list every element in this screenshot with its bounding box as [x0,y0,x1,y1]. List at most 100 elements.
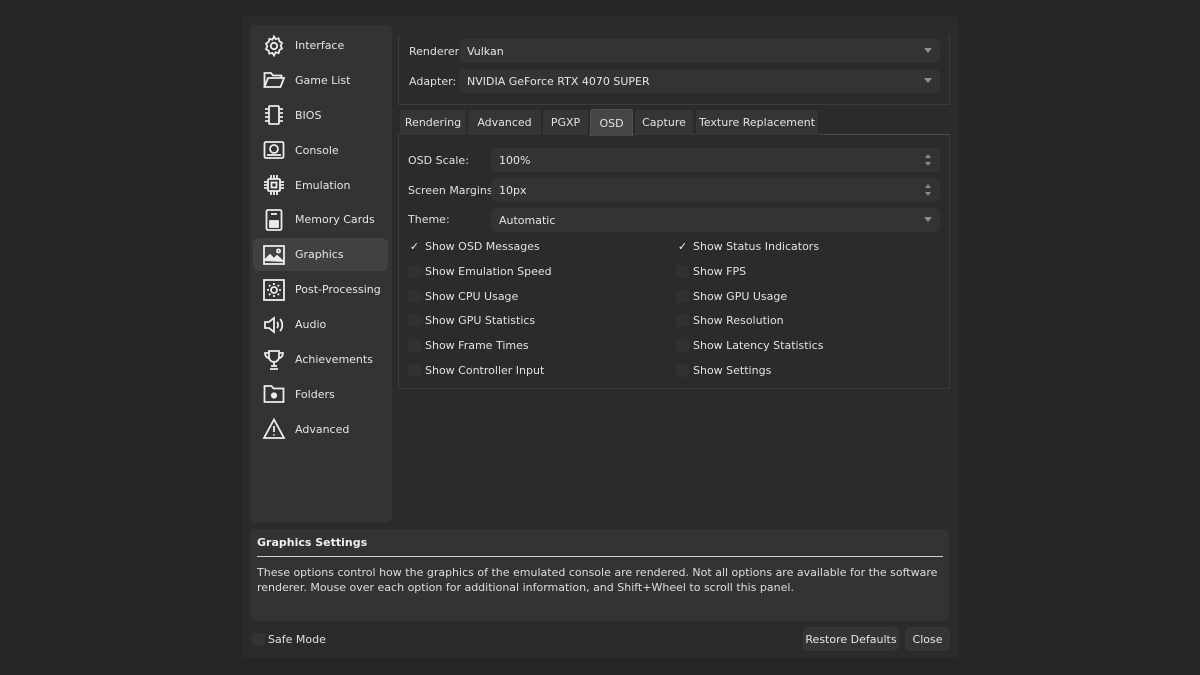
show-settings-checkbox[interactable]: Show Settings [676,361,771,379]
checkbox-label: Show GPU Statistics [425,313,536,327]
sidebar-item-label: Advanced [295,422,350,436]
spin-up-icon[interactable] [925,184,931,188]
adapter-combo[interactable]: NVIDIA GeForce RTX 4070 SUPER [459,69,940,93]
show-latency-statistics-checkbox[interactable]: Show Latency Statistics [676,336,823,354]
checkbox-label: Show CPU Usage [425,289,519,303]
show-cpu-usage-checkbox[interactable]: Show CPU Usage [408,287,518,305]
checkbox-label: Show Latency Statistics [693,338,824,352]
cpu-icon [261,172,287,198]
screen-margins-spinbox[interactable]: 10px [491,178,940,202]
spin-down-icon[interactable] [925,192,931,196]
renderer-value: Vulkan [467,44,504,58]
checkbox-box [676,289,689,303]
checkbox-label: Show Status Indicators [693,239,820,253]
spin-up-icon[interactable] [925,154,931,158]
sidebar-item-graphics[interactable]: Graphics [253,238,388,272]
graphics-tabs: Rendering Advanced PGXP OSD Capture Text… [398,109,950,137]
info-divider [257,556,943,557]
checkbox-box [252,632,265,646]
settings-window: Interface Game List BIOS Console Emulati… [243,17,958,658]
settings-sidebar: Interface Game List BIOS Console Emulati… [250,25,392,523]
sidebar-item-label: Graphics [295,248,344,262]
sidebar-item-post-processing[interactable]: Post-Processing [253,273,388,306]
sidebar-item-label: Audio [295,318,327,332]
theme-combo[interactable]: Automatic [491,208,940,232]
show-resolution-checkbox[interactable]: Show Resolution [676,311,784,329]
osd-scale-value: 100% [499,153,531,167]
tab-osd[interactable]: OSD [590,109,633,137]
checkbox-box [408,289,421,303]
checkbox-box [408,264,421,278]
sidebar-item-label: BIOS [295,108,322,122]
chevron-down-icon [924,217,932,222]
renderer-combo[interactable]: Vulkan [459,39,940,63]
sidebar-item-label: Console [295,143,339,157]
sidebar-item-label: Emulation [295,178,351,192]
checkbox-box [676,264,689,278]
show-status-indicators-checkbox[interactable]: ✓ Show Status Indicators [676,237,819,255]
info-panel: Graphics Settings These options control … [250,529,949,621]
speaker-icon [261,312,287,338]
spin-down-icon[interactable] [925,162,931,166]
chevron-down-icon [924,48,932,53]
show-controller-input-checkbox[interactable]: Show Controller Input [408,361,544,379]
sidebar-item-advanced[interactable]: Advanced [253,413,388,446]
sidebar-item-folders[interactable]: Folders [253,378,388,411]
chip-icon [261,102,287,128]
osd-scale-spinbox[interactable]: 100% [491,148,940,172]
close-button[interactable]: Close [905,627,950,651]
osd-panel: OSD Scale: 100% Screen Margins: 10px The… [398,135,950,389]
checkbox-label: Show OSD Messages [425,239,540,253]
sidebar-item-bios[interactable]: BIOS [253,99,388,132]
theme-label: Theme: [408,213,450,226]
restore-defaults-button[interactable]: Restore Defaults [803,627,899,651]
sidebar-item-label: Folders [295,387,335,401]
sidebar-item-label: Game List [295,73,351,87]
sidebar-item-label: Interface [295,39,345,52]
gear-icon [261,33,287,59]
show-osd-messages-checkbox[interactable]: ✓ Show OSD Messages [408,237,540,255]
tab-advanced[interactable]: Advanced [467,109,542,136]
warning-icon [261,416,287,442]
sidebar-item-interface[interactable]: Interface [253,29,388,62]
checkbox-label: Show FPS [693,264,747,278]
adapter-value: NVIDIA GeForce RTX 4070 SUPER [467,74,650,88]
show-emulation-speed-checkbox[interactable]: Show Emulation Speed [408,262,552,280]
sidebar-item-audio[interactable]: Audio [253,308,388,341]
theme-value: Automatic [499,213,556,227]
show-gpu-usage-checkbox[interactable]: Show GPU Usage [676,287,787,305]
show-gpu-statistics-checkbox[interactable]: Show GPU Statistics [408,311,535,329]
info-title: Graphics Settings [257,536,368,549]
show-frame-times-checkbox[interactable]: Show Frame Times [408,336,529,354]
checkbox-box [676,338,689,352]
checkmark-icon: ✓ [677,239,688,253]
sidebar-item-achievements[interactable]: Achievements [253,343,388,376]
osd-scale-label: OSD Scale: [408,154,469,167]
sidebar-item-emulation[interactable]: Emulation [253,169,388,202]
memory-card-icon [261,207,287,233]
checkbox-label: Show Settings [693,363,772,377]
safe-mode-checkbox[interactable]: Safe Mode [252,630,326,648]
checkmark-icon: ✓ [409,239,420,253]
folder-open-icon [261,67,287,93]
tab-rendering[interactable]: Rendering [399,109,467,136]
sidebar-item-label: Memory Cards [295,213,375,227]
sidebar-item-memory-cards[interactable]: Memory Cards [253,203,388,236]
console-icon [261,137,287,163]
sidebar-item-console[interactable]: Console [253,134,388,167]
checkbox-box [676,313,689,327]
checkbox-box [408,338,421,352]
screen-margins-value: 10px [499,183,527,197]
tab-texture-replacement[interactable]: Texture Replacement [695,109,819,136]
image-icon [261,242,287,268]
checkbox-label: Show Emulation Speed [425,264,552,278]
tab-pgxp[interactable]: PGXP [542,109,589,136]
trophy-icon [261,347,287,373]
tab-capture[interactable]: Capture [634,109,694,136]
show-fps-checkbox[interactable]: Show FPS [676,262,746,280]
folder-settings-icon [261,381,287,407]
checkbox-box [408,363,421,377]
checkbox-label: Show Controller Input [425,363,545,377]
checkbox-label: Show GPU Usage [693,289,788,303]
sidebar-item-game-list[interactable]: Game List [253,64,388,97]
